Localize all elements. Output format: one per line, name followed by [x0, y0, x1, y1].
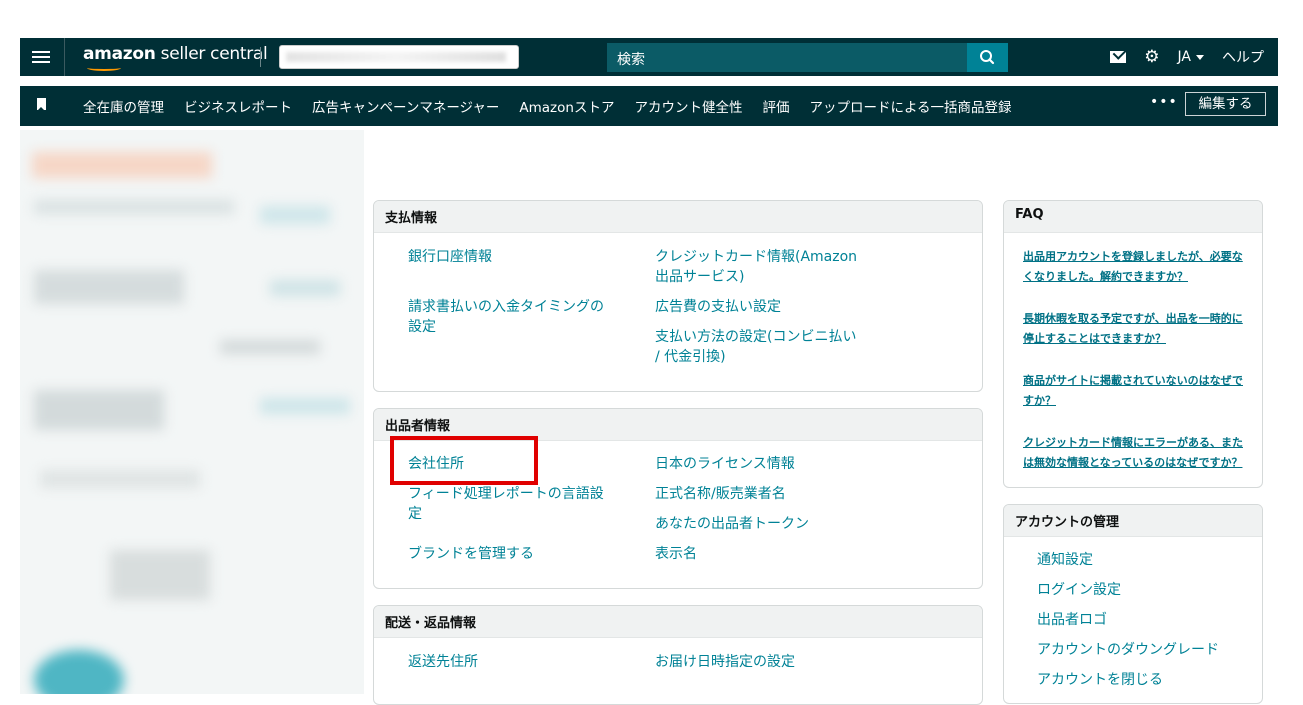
link-return-address[interactable]: 返送先住所	[408, 652, 478, 672]
nav-item-campaign-manager[interactable]: 広告キャンペーンマネージャー	[312, 96, 499, 116]
payment-info-title: 支払情報	[374, 201, 982, 233]
more-options-icon[interactable]: •••	[1150, 94, 1178, 110]
hamburger-menu-icon[interactable]	[32, 48, 50, 66]
payment-info-card: 支払情報 銀行口座情報 クレジットカード情報(Amazon 出品サービス) 請求…	[373, 200, 983, 392]
link-bank-account[interactable]: 銀行口座情報	[408, 247, 492, 267]
link-legal-name[interactable]: 正式名称/販売業者名	[655, 484, 786, 504]
nav-item-amazon-stores[interactable]: Amazonストア	[519, 96, 614, 116]
seller-central-logo[interactable]: amazon seller central	[83, 44, 268, 71]
store-selector[interactable]	[279, 45, 519, 69]
link-display-name[interactable]: 表示名	[655, 544, 697, 564]
link-login-settings[interactable]: ログイン設定	[1037, 580, 1121, 600]
link-seller-logo[interactable]: 出品者ロゴ	[1037, 610, 1107, 630]
shipping-returns-card: 配送・返品情報 返送先住所 お届け日時指定の設定	[373, 605, 983, 705]
nav-item-feedback[interactable]: 評価	[762, 96, 789, 116]
gear-icon[interactable]: ⚙	[1144, 47, 1159, 67]
shipping-returns-title: 配送・返品情報	[374, 606, 982, 638]
faq-link-credit-card-error[interactable]: クレジットカード情報にエラーがある、または無効な情報となっているのはなぜですか？	[1023, 433, 1248, 473]
bookmark-icon[interactable]	[37, 98, 46, 111]
link-downgrade-account[interactable]: アカウントのダウングレード	[1037, 640, 1219, 660]
search-icon	[980, 50, 995, 65]
nav-items: 全在庫の管理 ビジネスレポート 広告キャンペーンマネージャー Amazonストア…	[83, 86, 1012, 126]
top-header: amazon seller central 検索 ⚙ JA ヘルプ	[20, 38, 1278, 76]
link-close-account[interactable]: アカウントを閉じる	[1037, 670, 1163, 690]
faq-title: FAQ	[1004, 201, 1262, 233]
faq-link-listing-missing[interactable]: 商品がサイトに掲載されていないのはなぜですか？	[1023, 371, 1248, 411]
link-notification-settings[interactable]: 通知設定	[1037, 550, 1093, 570]
link-payment-method[interactable]: 支払い方法の設定(コンビニ払い / 代金引換)	[655, 327, 856, 367]
link-manage-brands[interactable]: ブランドを管理する	[408, 544, 534, 564]
amazon-smile-icon	[87, 65, 121, 71]
link-invoice-timing[interactable]: 請求書払いの入金タイミングの 設定	[408, 297, 604, 337]
link-seller-token[interactable]: あなたの出品者トークン	[655, 514, 809, 534]
chevron-down-icon	[1196, 54, 1204, 60]
faq-card: FAQ 出品用アカウントを登録しましたが、必要なくなりました。解約できますか？ …	[1003, 200, 1263, 488]
nav-item-inventory[interactable]: 全在庫の管理	[83, 96, 164, 116]
mail-icon[interactable]	[1110, 51, 1127, 63]
logo-amazon-text: amazon	[83, 44, 156, 64]
navigation-bar: 全在庫の管理 ビジネスレポート 広告キャンペーンマネージャー Amazonストア…	[20, 86, 1278, 126]
highlight-box	[390, 436, 538, 485]
help-link[interactable]: ヘルプ	[1222, 47, 1264, 67]
account-management-title: アカウントの管理	[1004, 505, 1262, 537]
nav-item-account-health[interactable]: アカウント健全性	[634, 96, 742, 116]
logo-seller-central-text: seller central	[155, 44, 268, 64]
language-selector[interactable]: JA	[1178, 49, 1204, 65]
redacted-store-name	[286, 52, 506, 62]
account-management-card: アカウントの管理 通知設定 ログイン設定 出品者ロゴ アカウントのダウングレード…	[1003, 504, 1263, 704]
faq-link-vacation[interactable]: 長期休暇を取る予定ですが、出品を一時的に停止することはできますか？	[1023, 309, 1248, 349]
nav-item-business-reports[interactable]: ビジネスレポート	[184, 96, 292, 116]
nav-item-bulk-upload[interactable]: アップロードによる一括商品登録	[809, 96, 1011, 116]
link-ad-payment[interactable]: 広告費の支払い設定	[655, 297, 781, 317]
divider	[64, 38, 65, 76]
link-credit-card[interactable]: クレジットカード情報(Amazon 出品サービス)	[655, 247, 857, 287]
link-feed-report-language[interactable]: フィード処理レポートの言語設 定	[408, 484, 604, 524]
edit-nav-button[interactable]: 編集する	[1185, 92, 1266, 116]
faq-link-cancel-account[interactable]: 出品用アカウントを登録しましたが、必要なくなりました。解約できますか？	[1023, 247, 1248, 287]
language-label: JA	[1177, 49, 1191, 65]
link-japan-license[interactable]: 日本のライセンス情報	[655, 454, 795, 474]
redacted-left-panel	[20, 130, 364, 694]
link-delivery-date-settings[interactable]: お届け日時指定の設定	[655, 652, 795, 672]
search-button[interactable]	[967, 43, 1008, 72]
header-right-tools: ⚙ JA ヘルプ	[1110, 38, 1264, 76]
divider	[260, 47, 261, 67]
search-input[interactable]: 検索	[607, 43, 967, 72]
